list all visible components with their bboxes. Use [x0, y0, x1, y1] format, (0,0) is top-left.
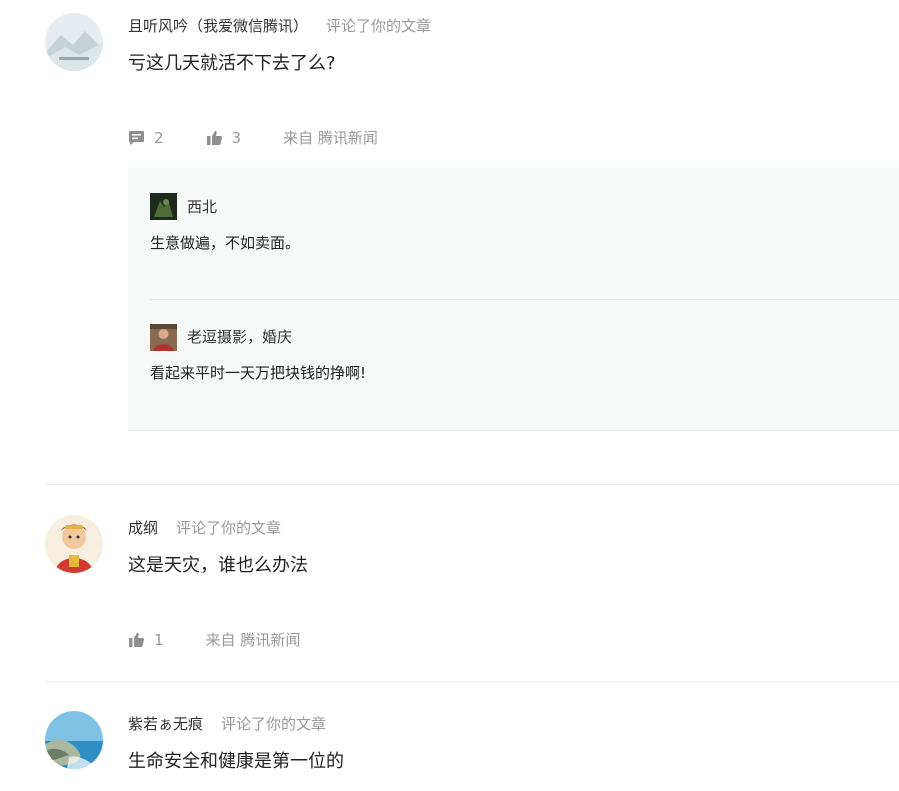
avatar-image [45, 13, 103, 71]
comment-action: 评论了你的文章 [326, 17, 432, 35]
reply-avatar[interactable] [150, 193, 177, 220]
reply-count: 2 [154, 129, 164, 147]
reply-count-button[interactable]: 2 [128, 127, 164, 149]
thumbs-up-icon [206, 131, 222, 145]
avatar-image [45, 515, 103, 573]
avatar[interactable] [45, 711, 103, 769]
comment-header: 紫若ぁ无痕 评论了你的文章 [128, 713, 326, 735]
avatar[interactable] [45, 13, 103, 71]
like-count: 3 [231, 129, 242, 147]
avatar-image [150, 324, 177, 351]
avatar-image [45, 711, 103, 769]
comment-header: 成纲 评论了你的文章 [128, 517, 281, 539]
reply-text: 看起来平时一天万把块钱的挣啊! [150, 364, 367, 382]
comment-username[interactable]: 且听风吟（我爱微信腾讯） [128, 17, 308, 35]
reply-text: 生意做遍，不如卖面。 [150, 234, 301, 252]
thumbs-up-icon [129, 633, 144, 647]
comment-text: 生命安全和健康是第一位的 [128, 751, 344, 772]
reply-list: 西北 生意做遍，不如卖面。 老逗摄影，婚庆 看起来平时一天万把块钱的挣啊! [128, 168, 899, 431]
like-button[interactable]: 1 [128, 629, 164, 651]
comment-username[interactable]: 成纲 [128, 519, 158, 537]
comment-username[interactable]: 紫若ぁ无痕 [128, 715, 203, 733]
comment-text: 这是天灾，谁也么办法 [128, 555, 308, 576]
comment-action: 评论了你的文章 [176, 519, 282, 537]
like-button[interactable]: 3 [206, 127, 242, 149]
reply-username[interactable]: 老逗摄影，婚庆 [187, 326, 292, 348]
reply-username[interactable]: 西北 [187, 196, 217, 218]
comment-text: 亏这几天就活不下去了么? [128, 53, 336, 74]
reply-divider [150, 299, 899, 300]
comment-divider [46, 484, 899, 485]
avatar[interactable] [45, 515, 103, 573]
comment-icon [129, 131, 144, 145]
avatar-image [150, 193, 177, 220]
comment-divider [46, 681, 899, 682]
comment-meta: 1 来自 腾讯新闻 [128, 629, 300, 651]
comment-header: 且听风吟（我爱微信腾讯） 评论了你的文章 [128, 15, 431, 37]
like-count: 1 [154, 631, 164, 649]
comment-source: 来自 腾讯新闻 [205, 631, 301, 649]
comment-action: 评论了你的文章 [221, 715, 327, 733]
comment-source: 来自 腾讯新闻 [283, 129, 378, 147]
reply-avatar[interactable] [150, 324, 177, 351]
comment-feed: 且听风吟（我爱微信腾讯） 评论了你的文章 亏这几天就活不下去了么? 2 3 来自 … [0, 0, 899, 791]
comment-meta: 2 3 来自 腾讯新闻 [128, 127, 378, 149]
